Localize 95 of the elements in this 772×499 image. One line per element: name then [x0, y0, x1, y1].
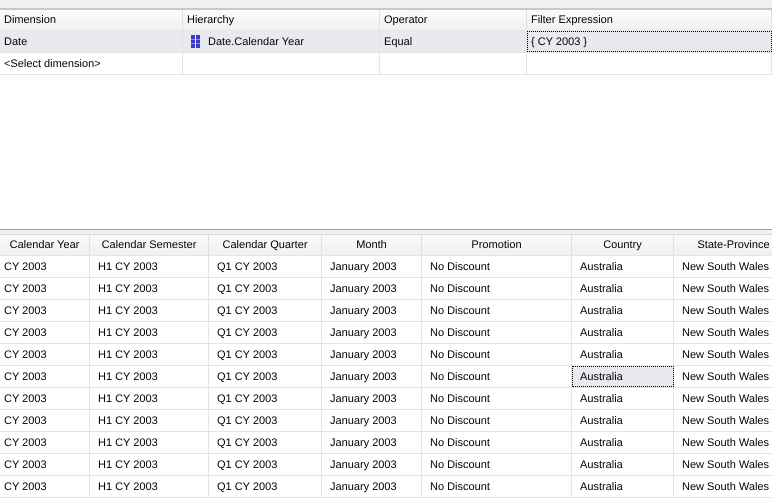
table-cell: January 2003 [322, 476, 422, 497]
table-cell: Q1 CY 2003 [209, 454, 322, 475]
table-cell: Q1 CY 2003 [209, 388, 322, 409]
table-cell: CY 2003 [0, 432, 90, 453]
table-cell: Australia [572, 388, 674, 409]
table-cell: No Discount [422, 454, 572, 475]
table-cell: CY 2003 [0, 366, 90, 387]
column-header[interactable]: Calendar Semester [90, 235, 209, 255]
table-cell: No Discount [422, 410, 572, 431]
table-cell: Q1 CY 2003 [209, 256, 322, 277]
filter-row[interactable]: Date Date.Calendar Year Equal { CY 2003 } [0, 31, 772, 53]
table-cell: New South Wales [674, 322, 772, 343]
table-cell: No Discount [422, 300, 572, 321]
cell-text: Date.Calendar Year [208, 36, 304, 48]
table-cell: January 2003 [322, 322, 422, 343]
table-cell: January 2003 [322, 366, 422, 387]
table-cell: H1 CY 2003 [90, 256, 209, 277]
column-header[interactable]: Month [322, 235, 422, 255]
table-cell: New South Wales [674, 344, 772, 365]
table-cell: New South Wales [674, 454, 772, 475]
table-cell: New South Wales [674, 432, 772, 453]
table-cell: No Discount [422, 278, 572, 299]
cell-text: <Select dimension> [4, 58, 101, 70]
table-cell: H1 CY 2003 [90, 366, 209, 387]
column-header[interactable]: Filter Expression [527, 10, 772, 30]
table-cell: H1 CY 2003 [90, 344, 209, 365]
table-cell: January 2003 [322, 432, 422, 453]
table-cell: New South Wales [674, 476, 772, 497]
table-cell: No Discount [422, 432, 572, 453]
table-cell: H1 CY 2003 [90, 278, 209, 299]
table-cell: No Discount [422, 322, 572, 343]
column-header[interactable]: Promotion [422, 235, 572, 255]
table-cell: Australia [572, 476, 674, 497]
column-header[interactable]: Calendar Year [0, 235, 90, 255]
table-cell: No Discount [422, 256, 572, 277]
table-cell: Australia [572, 366, 674, 387]
column-header[interactable]: Operator [380, 10, 527, 30]
table-cell: H1 CY 2003 [90, 410, 209, 431]
table-cell: Q1 CY 2003 [209, 344, 322, 365]
table-cell: H1 CY 2003 [90, 322, 209, 343]
table-cell: New South Wales [674, 256, 772, 277]
table-cell: CY 2003 [0, 410, 90, 431]
table-cell: January 2003 [322, 344, 422, 365]
table-cell: Q1 CY 2003 [209, 300, 322, 321]
filter-row[interactable]: <Select dimension> [0, 53, 772, 75]
table-cell: No Discount [422, 476, 572, 497]
table-cell: New South Wales [674, 278, 772, 299]
table-cell: January 2003 [322, 278, 422, 299]
table-cell: CY 2003 [0, 278, 90, 299]
table-cell: January 2003 [322, 454, 422, 475]
column-header[interactable]: Country [572, 235, 674, 255]
column-header[interactable]: Calendar Quarter [209, 235, 322, 255]
table-cell: CY 2003 [0, 300, 90, 321]
table-cell: No Discount [422, 344, 572, 365]
hierarchy-icon [191, 35, 200, 48]
table-cell: January 2003 [322, 388, 422, 409]
table-cell: Q1 CY 2003 [209, 278, 322, 299]
table-cell: CY 2003 [0, 256, 90, 277]
table-cell: Q1 CY 2003 [209, 432, 322, 453]
table-cell: No Discount [422, 388, 572, 409]
column-header[interactable]: Dimension [0, 10, 183, 30]
table-cell: January 2003 [322, 300, 422, 321]
table-cell: H1 CY 2003 [90, 476, 209, 497]
table-cell: Q1 CY 2003 [209, 322, 322, 343]
table-cell: January 2003 [322, 410, 422, 431]
table-cell: Q1 CY 2003 [209, 410, 322, 431]
table-cell: H1 CY 2003 [90, 300, 209, 321]
cell-text: Equal [384, 36, 412, 48]
table-cell: Australia [572, 256, 674, 277]
table-cell: Australia [572, 344, 674, 365]
cell-text: Date [4, 36, 28, 48]
column-header[interactable]: State-Province [674, 235, 772, 255]
table-cell: New South Wales [674, 366, 772, 387]
column-header[interactable]: Hierarchy [183, 10, 380, 30]
table-cell: Q1 CY 2003 [209, 476, 322, 497]
table-cell: New South Wales [674, 300, 772, 321]
table-cell: CY 2003 [0, 322, 90, 343]
table-cell: H1 CY 2003 [90, 432, 209, 453]
table-cell: H1 CY 2003 [90, 454, 209, 475]
table-cell: New South Wales [674, 410, 772, 431]
table-cell: CY 2003 [0, 454, 90, 475]
table-cell: New South Wales [674, 388, 772, 409]
table-cell: Q1 CY 2003 [209, 366, 322, 387]
table-cell: H1 CY 2003 [90, 388, 209, 409]
cell-text: { CY 2003 } [531, 36, 588, 48]
table-cell: Australia [572, 410, 674, 431]
table-cell: Australia [572, 454, 674, 475]
table-cell: CY 2003 [0, 344, 90, 365]
table-cell: Australia [572, 300, 674, 321]
table-cell: Australia [572, 322, 674, 343]
table-cell: Australia [572, 278, 674, 299]
table-cell: CY 2003 [0, 476, 90, 497]
table-cell: January 2003 [322, 256, 422, 277]
table-cell: Australia [572, 432, 674, 453]
table-cell: CY 2003 [0, 388, 90, 409]
